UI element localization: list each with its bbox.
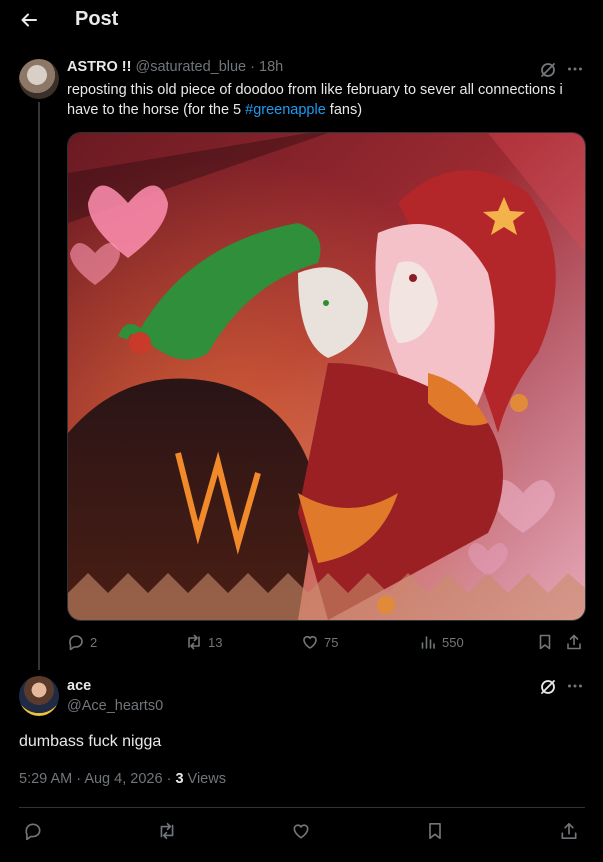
views-count: 550 — [442, 634, 464, 650]
avatar[interactable] — [19, 676, 59, 716]
repost-button[interactable] — [157, 817, 177, 845]
more-button[interactable] — [564, 59, 586, 79]
avatar[interactable] — [19, 59, 59, 99]
more-icon — [568, 67, 582, 71]
post-time[interactable]: 5:29 AM — [19, 771, 72, 787]
grok-button[interactable] — [538, 60, 558, 80]
more-icon — [568, 684, 582, 688]
like-icon — [293, 824, 309, 839]
header: Post — [0, 0, 603, 40]
hashtag-link[interactable]: #greenapple — [245, 102, 326, 118]
separator: · — [76, 771, 82, 787]
reply-icon — [25, 823, 41, 841]
post-date[interactable]: Aug 4, 2026 — [84, 771, 162, 787]
share-icon — [561, 822, 577, 840]
separator: · — [250, 59, 255, 75]
bookmark-icon — [539, 634, 551, 650]
user-handle[interactable]: @saturated_blue — [135, 59, 246, 75]
like-icon — [303, 636, 317, 649]
post-time[interactable]: 18h — [259, 59, 283, 75]
more-button[interactable] — [564, 676, 586, 696]
views-count: 3 — [175, 771, 184, 787]
bookmark-button[interactable] — [425, 817, 445, 845]
post-text-part: fans) — [325, 102, 363, 118]
reply-count: 2 — [90, 634, 98, 650]
reply-button[interactable] — [23, 817, 43, 845]
views-label: Views — [187, 771, 226, 787]
post-meta: 5:29 AM · Aug 4, 2026 · 3 Views — [19, 771, 226, 787]
post-page: Post ASTRO !! @saturated_blue · 18h repo… — [0, 0, 603, 862]
views-button[interactable]: 550 — [419, 630, 464, 654]
like-count: 75 — [324, 634, 339, 650]
like-button[interactable]: 75 — [301, 630, 338, 654]
bookmark-button[interactable] — [536, 630, 554, 654]
views-icon — [421, 636, 435, 649]
repost-icon — [188, 634, 200, 650]
post-text: reposting this old piece of doodoo from … — [67, 80, 567, 120]
repost-count: 13 — [208, 634, 223, 650]
grok-icon — [541, 680, 555, 694]
grok-icon — [541, 63, 555, 77]
separator: · — [166, 771, 172, 787]
share-button[interactable] — [559, 817, 579, 845]
post-header: ASTRO !! @saturated_blue · 18h — [67, 59, 283, 75]
reply-icon — [69, 635, 83, 651]
divider — [19, 807, 585, 808]
bookmark-icon — [429, 822, 441, 840]
post-actions: 2 13 75 550 — [67, 630, 587, 654]
back-button[interactable] — [14, 6, 44, 34]
back-arrow-icon — [21, 13, 37, 27]
repost-icon — [160, 822, 174, 840]
page-title: Post — [75, 8, 119, 30]
like-button[interactable] — [291, 817, 311, 845]
post-image[interactable] — [67, 132, 586, 621]
display-name[interactable]: ASTRO !! — [67, 59, 131, 75]
share-icon — [567, 634, 581, 650]
user-handle[interactable]: @Ace_hearts0 — [67, 698, 163, 714]
display-name[interactable]: ace — [67, 678, 91, 694]
thread-line — [38, 102, 40, 670]
repost-button[interactable]: 13 — [185, 630, 222, 654]
grok-button[interactable] — [538, 677, 558, 697]
reply-button[interactable]: 2 — [67, 630, 97, 654]
share-button[interactable] — [565, 630, 583, 654]
reply-actions — [19, 817, 585, 845]
post-text: dumbass fuck nigga — [19, 733, 162, 750]
